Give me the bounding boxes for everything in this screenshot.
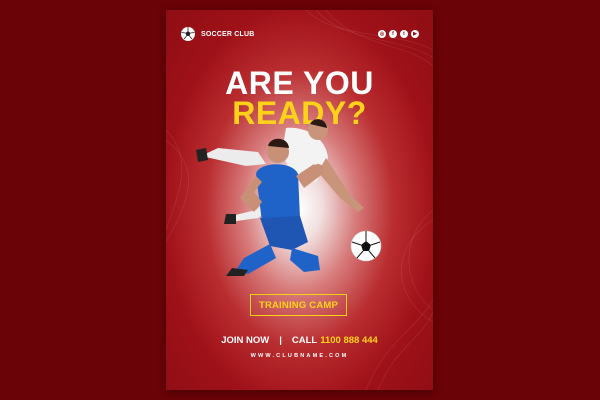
club-logo: SOCCER CLUB (180, 26, 255, 42)
contact-line: JOIN NOW | CALL 1100 888 444 (166, 335, 433, 346)
players-illustration (196, 119, 382, 276)
separator: | (279, 335, 282, 346)
join-now-label[interactable]: JOIN NOW (221, 335, 269, 346)
facebook-icon[interactable]: f (389, 30, 397, 38)
social-links: ◎ f t ▶ (378, 30, 419, 38)
poster: SOCCER CLUB ◎ f t ▶ ARE YOU READY? TRAIN… (166, 10, 433, 390)
website-url[interactable]: WWW.CLUBNAME.COM (166, 353, 433, 359)
youtube-icon[interactable]: ▶ (411, 30, 419, 38)
club-name: SOCCER CLUB (201, 30, 255, 38)
instagram-icon[interactable]: ◎ (378, 30, 386, 38)
training-camp-button[interactable]: TRAINING CAMP (250, 294, 347, 316)
soccer-ball-icon (181, 27, 195, 41)
phone-number[interactable]: 1100 888 444 (320, 335, 378, 346)
call-text: CALL (291, 335, 318, 346)
call-label: CALL 1100 888 444 (292, 335, 378, 346)
twitter-icon[interactable]: t (400, 30, 408, 38)
soccer-ball (350, 230, 382, 262)
